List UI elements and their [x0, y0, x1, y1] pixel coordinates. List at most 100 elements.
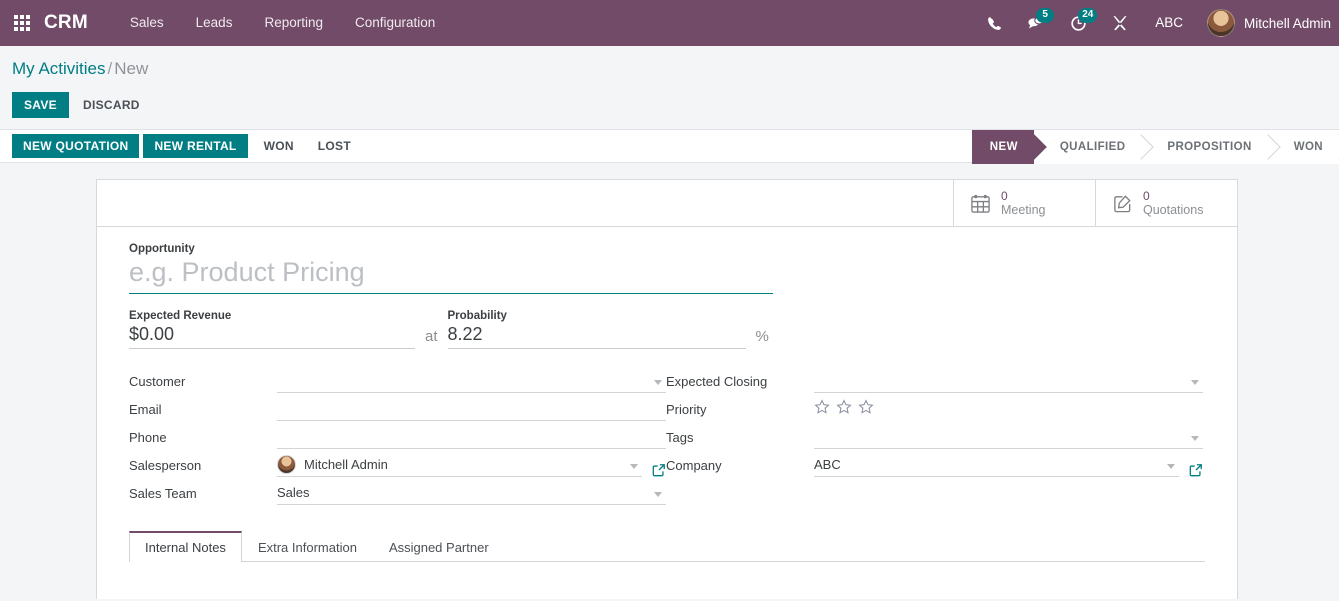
- chevron-down-icon[interactable]: [654, 380, 662, 385]
- sales-team-label: Sales Team: [129, 486, 197, 501]
- tab-internal-notes[interactable]: Internal Notes: [129, 531, 242, 562]
- email-input[interactable]: [277, 401, 666, 416]
- form-body: Opportunity Expected Revenue at Probabil…: [97, 227, 1237, 505]
- expected-revenue-input[interactable]: [129, 324, 415, 349]
- phone-label: Phone: [129, 430, 167, 445]
- stage-statusbar: NEW QUALIFIED PROPOSITION WON: [971, 130, 1339, 164]
- notebook-tabs: Internal Notes Extra Information Assigne…: [129, 531, 1205, 562]
- phone-input[interactable]: [277, 429, 666, 444]
- tags-control[interactable]: [814, 425, 1203, 449]
- quotations-count: 0: [1143, 189, 1150, 203]
- star-icon-1[interactable]: [814, 399, 830, 417]
- action-bar: NEW QUOTATION NEW RENTAL WON LOST NEW QU…: [0, 129, 1339, 164]
- probability-label: Probability: [447, 310, 507, 322]
- company-switcher[interactable]: ABC: [1141, 0, 1197, 46]
- probability-input[interactable]: [447, 324, 746, 349]
- tab-assigned-partner[interactable]: Assigned Partner: [373, 531, 505, 562]
- priority-stars: [814, 399, 874, 419]
- top-navbar: CRM Sales Leads Reporting Configuration …: [0, 0, 1339, 46]
- probability-field: Probability: [447, 310, 746, 349]
- phone-control[interactable]: [277, 425, 666, 449]
- stage-proposition[interactable]: PROPOSITION: [1141, 130, 1268, 164]
- opportunity-label: Opportunity: [129, 243, 195, 255]
- chevron-down-icon[interactable]: [1191, 436, 1199, 441]
- app-brand-crm[interactable]: CRM: [44, 12, 88, 34]
- expected-closing-control[interactable]: [814, 369, 1203, 393]
- field-row-email: Email: [129, 393, 666, 421]
- company-label: Company: [666, 458, 722, 473]
- salesperson-control[interactable]: [277, 453, 642, 477]
- meetings-stat-text: 0 Meeting: [1001, 189, 1045, 217]
- mark-won-button[interactable]: WON: [252, 134, 306, 158]
- tools-wrench-icon[interactable]: [1103, 0, 1137, 46]
- customer-label: Customer: [129, 374, 186, 389]
- discard-button[interactable]: DISCARD: [69, 92, 154, 118]
- field-row-tags: Tags: [666, 421, 1203, 449]
- salesperson-external-link-icon[interactable]: [652, 463, 666, 477]
- new-rental-button[interactable]: NEW RENTAL: [143, 134, 248, 158]
- form-sheet-wrapper: 0 Meeting 0 Quotations Opportunity e.g. …: [0, 163, 1339, 601]
- quotations-stat-button[interactable]: 0 Quotations: [1095, 180, 1237, 226]
- sales-team-control[interactable]: [277, 481, 666, 505]
- customer-control[interactable]: [277, 369, 666, 393]
- tags-input[interactable]: [814, 429, 1203, 444]
- email-control[interactable]: [277, 397, 666, 421]
- messages-icon[interactable]: 5: [1019, 0, 1055, 46]
- revenue-probability-row: Expected Revenue at Probability %: [129, 310, 1205, 349]
- new-quotation-button[interactable]: NEW QUOTATION: [12, 134, 140, 158]
- expected-closing-label: Expected Closing: [666, 374, 768, 389]
- form-sheet: 0 Meeting 0 Quotations Opportunity e.g. …: [96, 179, 1238, 599]
- chevron-down-icon[interactable]: [654, 492, 662, 497]
- field-row-sales-team: Sales Team: [129, 477, 666, 505]
- breadcrumb: My Activities / New: [12, 59, 1327, 79]
- star-icon-2[interactable]: [836, 399, 852, 417]
- meetings-stat-button[interactable]: 0 Meeting: [953, 180, 1095, 226]
- control-panel-buttons: SAVE DISCARD: [12, 91, 1327, 119]
- salesperson-input[interactable]: [304, 457, 642, 472]
- stage-qualified[interactable]: QUALIFIED: [1033, 130, 1142, 164]
- user-menu[interactable]: Mitchell Admin: [1197, 0, 1339, 46]
- opportunity-input[interactable]: [129, 257, 773, 294]
- menu-sales[interactable]: Sales: [114, 0, 180, 46]
- at-separator: at: [425, 328, 438, 345]
- meetings-count: 0: [1001, 189, 1008, 203]
- chevron-down-icon[interactable]: [1167, 464, 1175, 469]
- apps-grid-icon[interactable]: [14, 15, 30, 31]
- breadcrumb-separator: /: [107, 59, 113, 78]
- breadcrumb-current: New: [114, 59, 149, 78]
- company-input[interactable]: [814, 457, 1179, 472]
- activities-badge: 24: [1078, 8, 1098, 23]
- field-row-priority: Priority: [666, 393, 1203, 421]
- tab-content-pane: [97, 562, 1237, 582]
- expected-closing-input[interactable]: [814, 373, 1203, 388]
- form-column-left: Customer Email Phone Salesperson Mitchel…: [129, 365, 666, 505]
- company-control[interactable]: [814, 453, 1179, 477]
- salesperson-label: Salesperson: [129, 458, 202, 473]
- tab-extra-information[interactable]: Extra Information: [242, 531, 373, 562]
- save-button[interactable]: SAVE: [12, 92, 69, 118]
- phone-icon[interactable]: [977, 0, 1011, 46]
- menu-configuration[interactable]: Configuration: [339, 0, 451, 46]
- company-external-link-icon[interactable]: [1189, 463, 1203, 477]
- stage-new[interactable]: NEW: [971, 130, 1034, 164]
- mark-lost-button[interactable]: LOST: [306, 134, 363, 158]
- messages-badge: 5: [1036, 8, 1055, 23]
- sales-team-input[interactable]: [277, 485, 666, 500]
- menu-leads[interactable]: Leads: [180, 0, 249, 46]
- breadcrumb-my-activities[interactable]: My Activities: [12, 59, 106, 78]
- calendar-icon: [970, 193, 991, 214]
- activities-clock-icon[interactable]: 24: [1061, 0, 1098, 46]
- pencil-square-icon: [1112, 193, 1133, 214]
- chevron-down-icon[interactable]: [630, 464, 638, 469]
- customer-input[interactable]: [277, 373, 666, 388]
- menu-reporting[interactable]: Reporting: [248, 0, 339, 46]
- field-row-phone: Phone: [129, 421, 666, 449]
- priority-control: [814, 397, 1203, 421]
- avatar: [1206, 9, 1235, 37]
- chevron-down-icon[interactable]: [1191, 380, 1199, 385]
- expected-revenue-field: Expected Revenue: [129, 310, 415, 349]
- star-icon-3[interactable]: [858, 399, 874, 417]
- field-row-salesperson: Salesperson: [129, 449, 666, 477]
- field-row-company: Company: [666, 449, 1203, 477]
- meetings-label: Meeting: [1001, 203, 1046, 217]
